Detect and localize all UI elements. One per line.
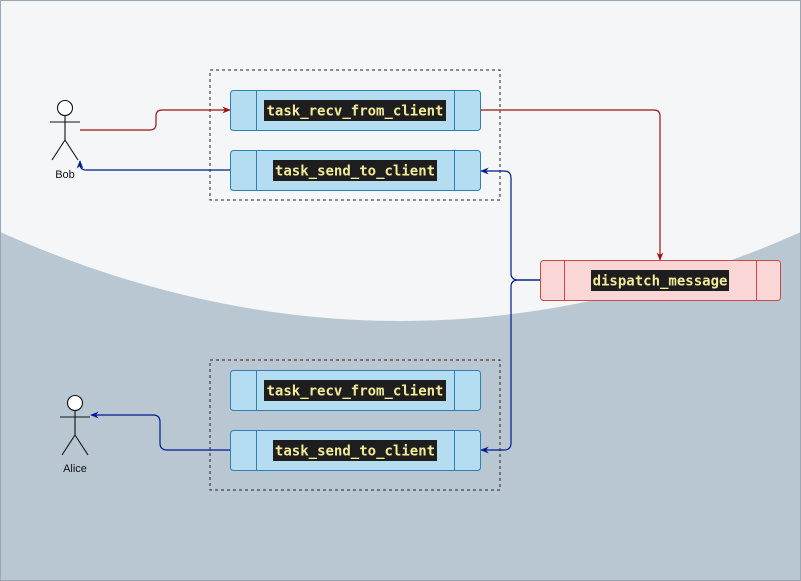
bob-head-icon xyxy=(56,99,74,117)
process-dispatch[interactable]: dispatch_message xyxy=(540,260,781,301)
process-alice-send[interactable]: task_send_to_client xyxy=(230,430,481,471)
alice-head-icon xyxy=(66,394,84,412)
process-alice-recv-label: task_recv_from_client xyxy=(266,384,443,400)
process-bob-recv[interactable]: task_recv_from_client xyxy=(230,90,481,131)
actor-bob-label: Bob xyxy=(55,169,75,181)
diagram-canvas: Bob Alice task_recv_from_client task_sen… xyxy=(0,0,801,581)
diagram-svg: Bob Alice task_recv_from_client task_sen… xyxy=(0,0,801,581)
process-bob-send[interactable]: task_send_to_client xyxy=(230,150,481,191)
process-bob-send-label: task_send_to_client xyxy=(275,164,435,180)
actor-alice-label: Alice xyxy=(63,463,87,475)
process-bob-recv-label: task_recv_from_client xyxy=(266,104,443,120)
process-alice-send-label: task_send_to_client xyxy=(275,444,435,460)
process-alice-recv[interactable]: task_recv_from_client xyxy=(230,370,481,411)
process-dispatch-label: dispatch_message xyxy=(593,274,728,290)
